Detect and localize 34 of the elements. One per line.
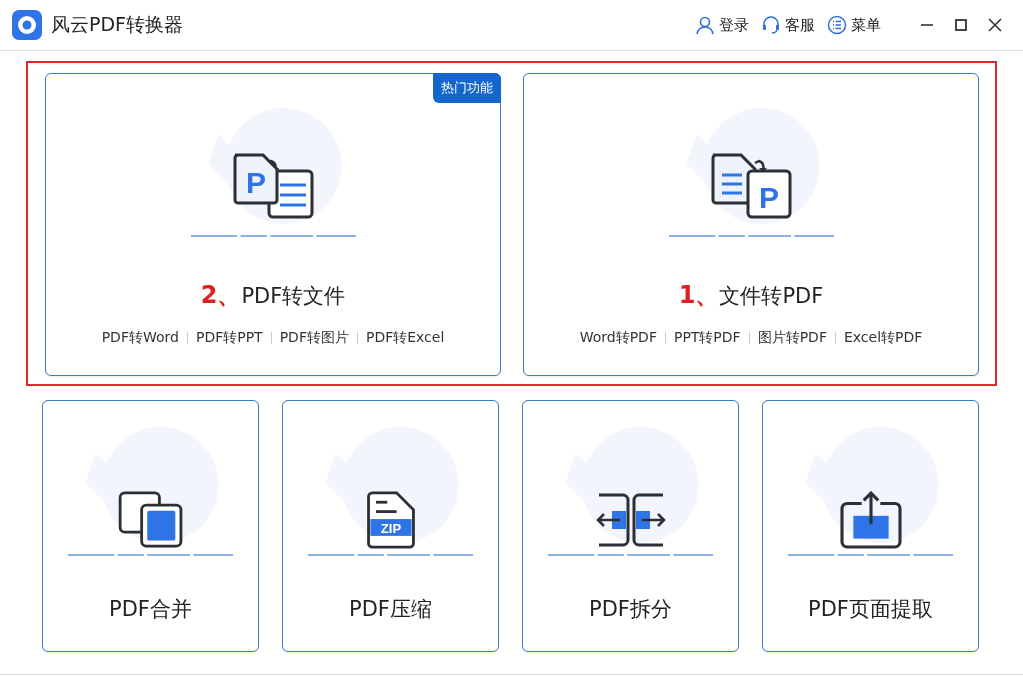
conversion-link[interactable]: PPT转PDF (665, 329, 749, 347)
tool-title: PDF页面提取 (808, 596, 933, 623)
conversion-link[interactable]: 图片转PDF (749, 329, 835, 347)
step-number: 2、 (200, 280, 242, 311)
feature-title: 文件转PDF (719, 283, 824, 310)
feature-title: PDF转文件 (241, 283, 346, 310)
header-action[interactable]: 登录 (695, 15, 749, 35)
tool-card[interactable]: PDF页面提取 (762, 400, 979, 652)
headset-icon (761, 15, 781, 35)
conversion-link[interactable]: PDF转Excel (357, 329, 453, 347)
tool-card[interactable]: PDF合并 (42, 400, 259, 652)
conversion-link[interactable]: Excel转PDF (835, 329, 931, 347)
hot-badge: 热门功能 (433, 73, 501, 103)
tool-card[interactable]: ZIP PDF压缩 (282, 400, 499, 652)
conversion-link[interactable]: PDF转图片 (271, 329, 357, 347)
tool-title: PDF压缩 (349, 596, 432, 623)
feature-card[interactable]: P 1、文件转PDF Word转PDF PPT转PDF 图片转PDF Excel转PDF (523, 73, 979, 376)
split-arrows-icon (595, 491, 666, 549)
header-action[interactable]: 客服 (761, 15, 815, 35)
menu-icon (827, 15, 847, 35)
tool-title: PDF合并 (109, 596, 192, 623)
tool-title: PDF拆分 (589, 596, 672, 623)
maximize-icon[interactable] (953, 17, 969, 33)
conversion-link[interactable]: Word转PDF (571, 329, 665, 347)
user-icon (695, 15, 715, 35)
tool-card[interactable]: PDF拆分 (522, 400, 739, 652)
close-icon[interactable] (987, 17, 1003, 33)
window-title: 风云PDF转换器 (51, 12, 185, 37)
conversion-link[interactable]: PDF转Word (93, 329, 187, 347)
feature-card[interactable]: 热门功能 P 2、PDF转文件 PDF转Word PDF转PPT PDF转图片 PDF转Excel (45, 73, 501, 376)
conversion-link[interactable]: PDF转PPT (187, 329, 271, 347)
header-action[interactable]: 菜单 (827, 15, 881, 35)
app-logo-icon (12, 10, 42, 40)
step-number: 1、 (678, 280, 720, 311)
